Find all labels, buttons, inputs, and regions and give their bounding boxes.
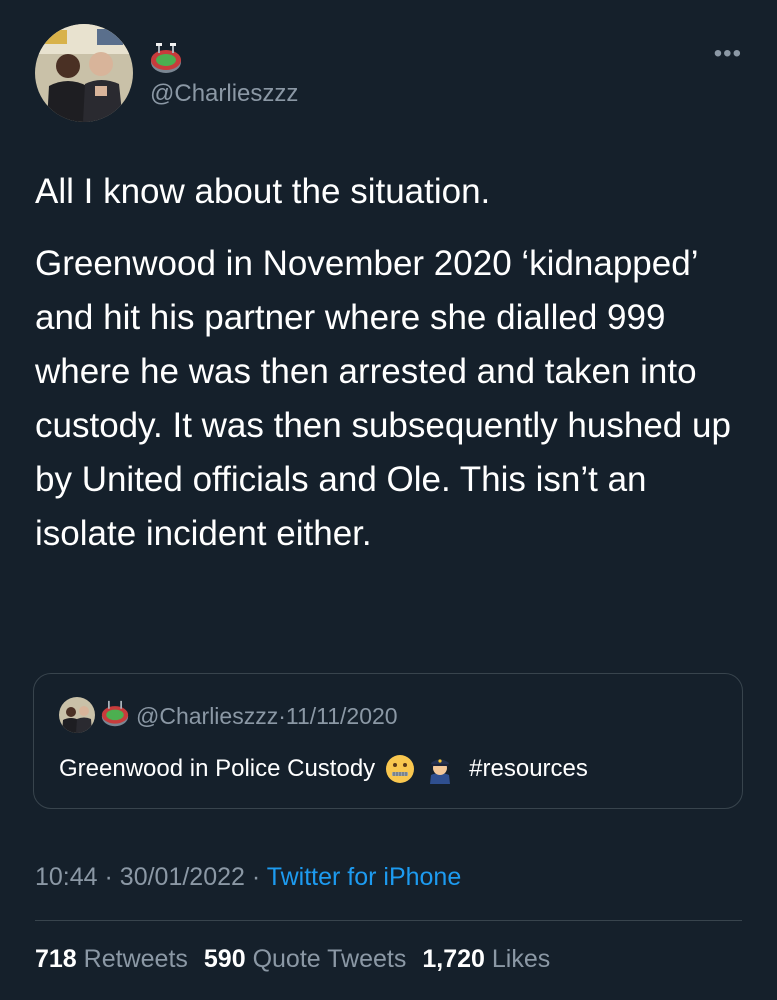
meta-separator: ·	[251, 863, 261, 891]
meta-separator: ·	[104, 863, 113, 891]
likes-label: Likes	[491, 945, 551, 973]
stadium-emoji	[101, 698, 129, 730]
avatar-photo	[35, 24, 133, 122]
stadium-emoji	[150, 42, 182, 76]
more-options-icon[interactable]: •••	[714, 40, 742, 68]
quoted-text: Greenwood in Police Custody	[59, 755, 376, 782]
engagement-stats: 718 Retweets 590 Quote Tweets 1,720 Likes	[35, 945, 550, 974]
likes-count: 1,720	[422, 945, 485, 973]
likes-stat[interactable]: 1,720 Likes	[422, 945, 550, 973]
retweets-stat[interactable]: 718 Retweets	[35, 945, 188, 973]
zipper-mouth-face-emoji	[385, 754, 415, 784]
tweet-date[interactable]: 30/01/2022	[120, 863, 245, 891]
divider	[35, 920, 742, 921]
quoted-handle: @Charlieszzz	[136, 703, 279, 729]
tweet-source-link[interactable]: Twitter for iPhone	[267, 863, 462, 891]
profile-avatar[interactable]	[35, 24, 133, 122]
quotes-label: Quote Tweets	[252, 945, 407, 973]
tweet-paragraph: All I know about the situation.	[35, 172, 491, 211]
retweets-label: Retweets	[83, 945, 188, 973]
quoted-hashtag[interactable]: #resources	[469, 755, 588, 783]
tweet-body: All I know about the situation. Greenwoo…	[35, 165, 745, 561]
quoted-meta: @Charlieszzz·11/11/2020	[136, 703, 398, 730]
retweets-count: 718	[35, 945, 77, 973]
meta-separator: ·	[278, 703, 286, 729]
tweet-time[interactable]: 10:44	[35, 863, 98, 891]
quotes-count: 590	[203, 945, 246, 973]
quotes-stat[interactable]: 590 Quote Tweets	[204, 945, 406, 973]
quoted-date: 11/11/2020	[285, 703, 398, 729]
quoted-text-line: Greenwood in Police Custody #resources	[59, 754, 588, 784]
tweet-paragraph: Greenwood in November 2020 ‘kidnapped’ a…	[35, 244, 731, 553]
tweet-timestamp: 10:44 · 30/01/2022 · Twitter for iPhone	[35, 863, 461, 892]
quoted-avatar	[59, 697, 95, 733]
police-officer-emoji	[425, 754, 455, 784]
quoted-tweet-card[interactable]: @Charlieszzz·11/11/2020 Greenwood in Pol…	[33, 673, 743, 809]
author-handle[interactable]: @Charlieszzz	[150, 80, 298, 108]
